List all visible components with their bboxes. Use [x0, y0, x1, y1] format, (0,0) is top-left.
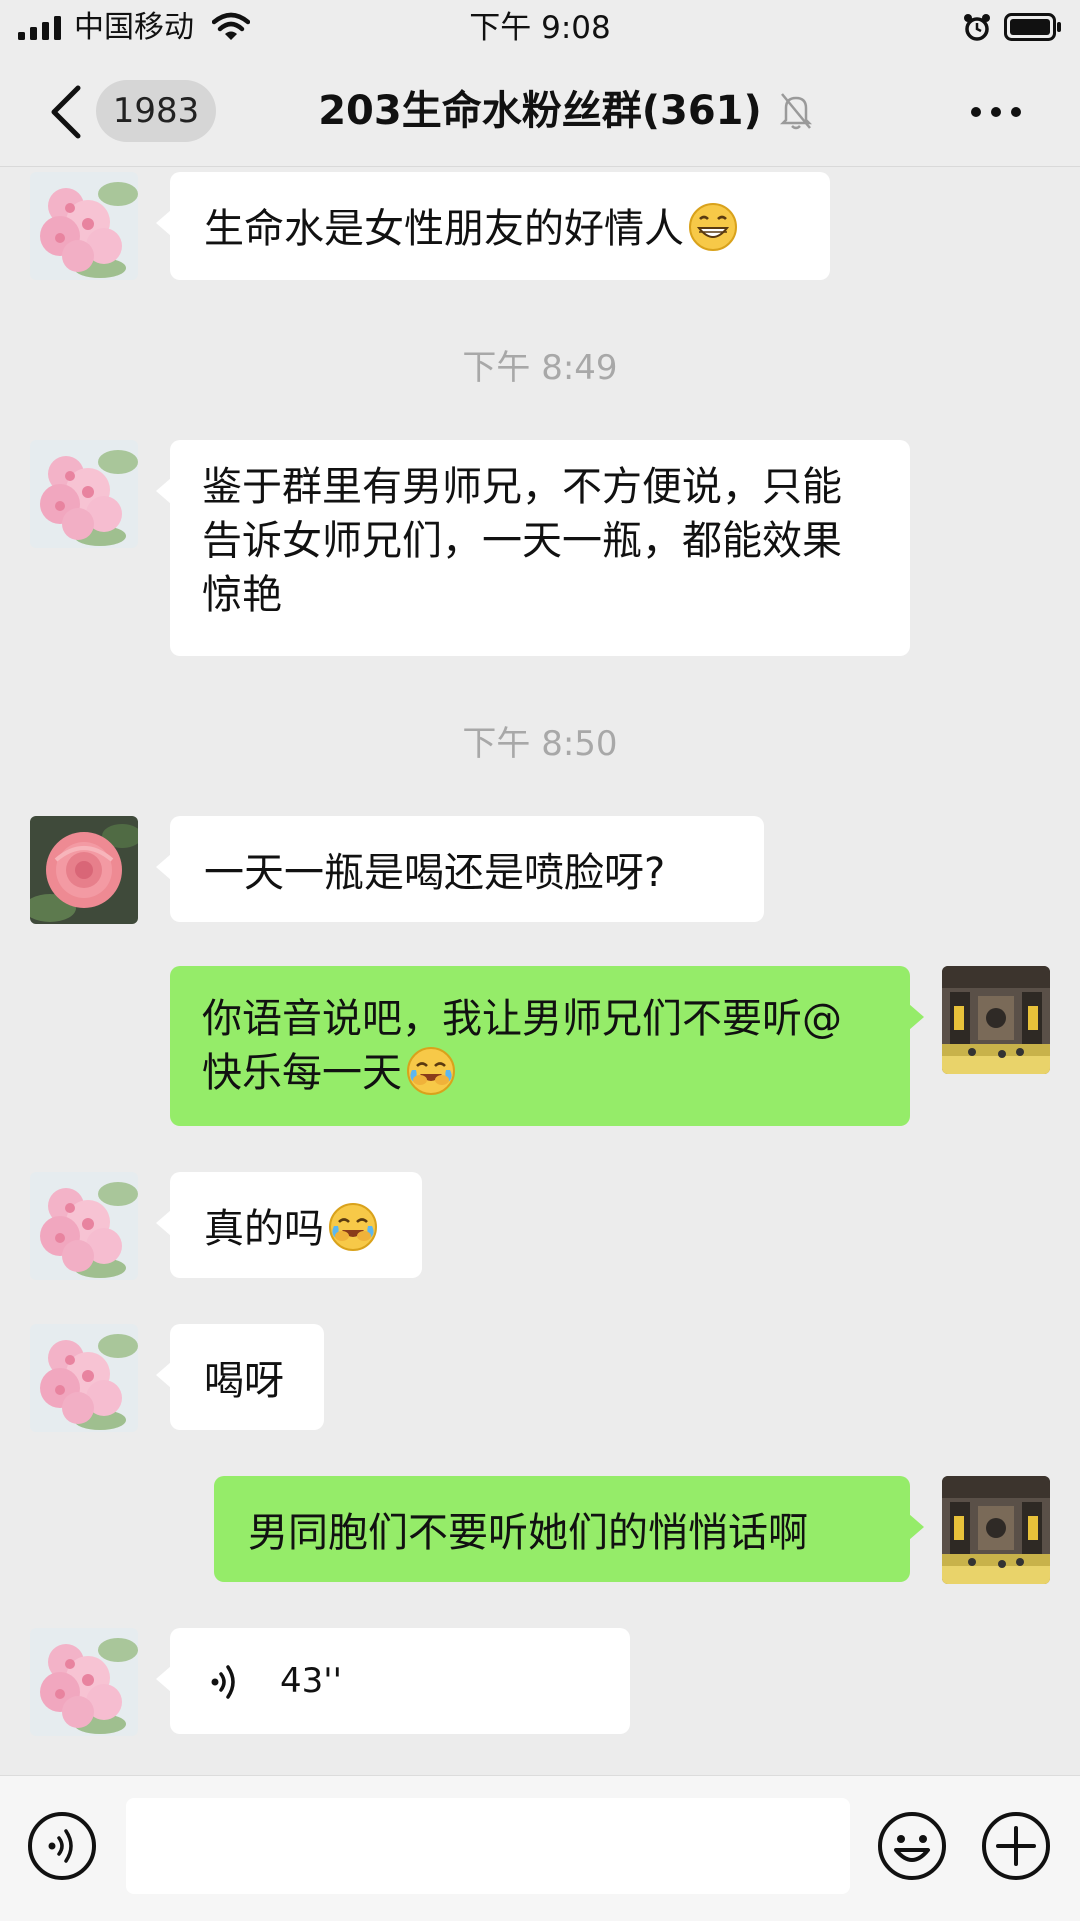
- message-bubble[interactable]: 生命水是女性朋友的好情人: [156, 172, 830, 280]
- voice-message-bubble[interactable]: 43'': [156, 1628, 630, 1734]
- more-options-icon[interactable]: [968, 102, 1024, 122]
- battery-icon: [1004, 13, 1061, 41]
- message-bubble[interactable]: 一天一瓶是喝还是喷脸呀?: [156, 816, 764, 922]
- message-bubble-self[interactable]: 男同胞们不要听她们的悄悄话啊: [214, 1476, 924, 1582]
- plus-icon[interactable]: [980, 1810, 1052, 1882]
- message-bubble[interactable]: 真的吗: [156, 1172, 422, 1278]
- temple-hall-avatar[interactable]: [942, 1476, 1050, 1584]
- message-text: 一天一瓶是喝还是喷脸呀?: [204, 850, 666, 896]
- message-bubble-self[interactable]: 你语音说吧，我让男师兄们不要听@快乐每一天: [170, 966, 924, 1126]
- chat-header: 1983 203生命水粉丝群(361): [0, 56, 1080, 167]
- message-input[interactable]: [126, 1798, 850, 1894]
- chat-title: 203生命水粉丝群(361): [318, 88, 762, 134]
- message-bubble[interactable]: 喝呀: [156, 1324, 324, 1430]
- timestamp: 下午 8:50: [462, 724, 618, 764]
- alarm-icon: [964, 14, 990, 41]
- message-text: 生命水是女性朋友的好情人: [204, 206, 684, 252]
- status-bar: 中国移动 下午 9:08: [0, 0, 1080, 56]
- message-text: 真的吗: [204, 1206, 324, 1252]
- laugh-cry-emoji: [406, 1046, 456, 1096]
- pink-blossom-avatar[interactable]: [30, 1172, 138, 1280]
- input-bar: [0, 1775, 1080, 1921]
- emoji-icon[interactable]: [876, 1810, 948, 1882]
- laugh-cry-emoji: [328, 1202, 378, 1252]
- voice-duration: 43'': [280, 1661, 342, 1701]
- message-text: 喝呀: [204, 1358, 284, 1404]
- pink-blossom-avatar[interactable]: [30, 1324, 138, 1432]
- pink-camellia-avatar[interactable]: [30, 816, 138, 924]
- pink-blossom-avatar[interactable]: [30, 440, 138, 548]
- message-text: 鉴于群里有男师兄，不方便说，只能告诉女师兄们，一天一瓶，都能效果惊艳: [202, 464, 842, 618]
- voice-wave-icon: [211, 1665, 235, 1699]
- grinning-emoji: [688, 202, 738, 252]
- message-bubble[interactable]: 鉴于群里有男师兄，不方便说，只能告诉女师兄们，一天一瓶，都能效果惊艳: [156, 440, 910, 656]
- message-text: 你语音说吧，我让男师兄们不要听@快乐每一天: [202, 996, 842, 1096]
- muted-bell-icon: [780, 93, 812, 130]
- pink-blossom-avatar[interactable]: [30, 1628, 138, 1736]
- timestamp: 下午 8:49: [462, 348, 618, 388]
- pink-blossom-avatar[interactable]: [30, 172, 138, 280]
- clock-time: 下午 9:08: [469, 10, 611, 46]
- message-text: 男同胞们不要听她们的悄悄话啊: [248, 1510, 808, 1556]
- temple-hall-avatar[interactable]: [942, 966, 1050, 1074]
- voice-mode-icon[interactable]: [26, 1810, 98, 1882]
